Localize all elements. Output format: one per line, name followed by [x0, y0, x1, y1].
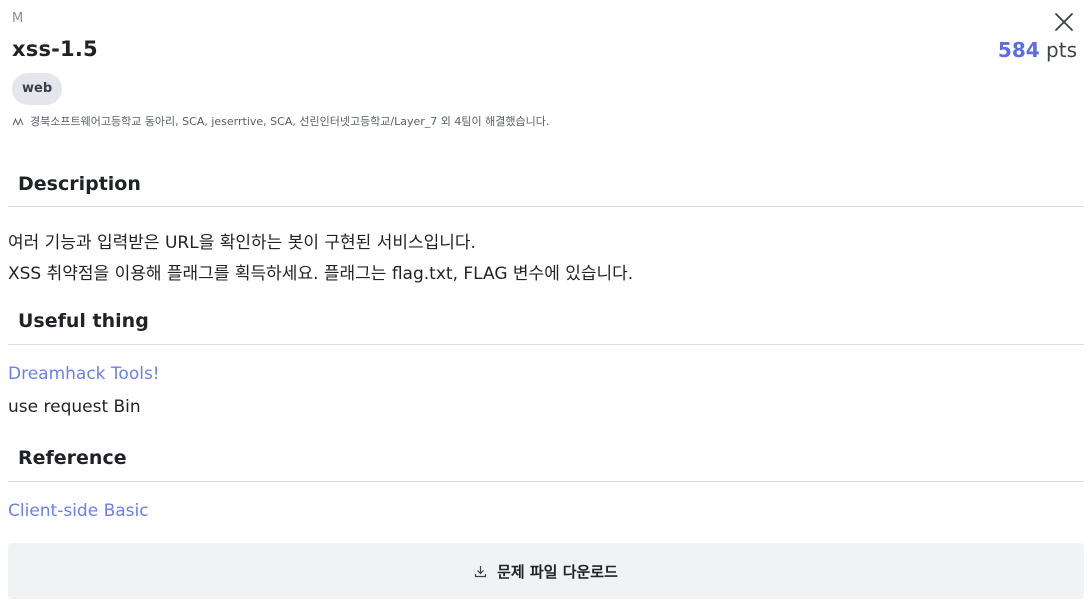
- solvers-text: 경북소프트웨어고등학교 동아리, SCA, jeserrtive, SCA, 선…: [30, 115, 550, 128]
- client-side-basic-link[interactable]: Client-side Basic: [8, 501, 149, 521]
- points-value: 584: [997, 38, 1040, 62]
- people-icon: [12, 117, 24, 126]
- close-icon: [1055, 13, 1073, 31]
- dreamhack-tools-link[interactable]: Dreamhack Tools!: [8, 364, 160, 384]
- download-button[interactable]: 문제 파일 다운로드: [8, 543, 1084, 599]
- divider: [8, 344, 1084, 345]
- challenge-title: xss-1.5: [12, 37, 98, 61]
- difficulty-label: M: [12, 11, 24, 26]
- description-line-1: 여러 기능과 입력받은 URL을 확인하는 봇이 구현된 서비스입니다.: [8, 233, 476, 253]
- useful-link-row: Dreamhack Tools!: [8, 364, 160, 384]
- solvers-info: 경북소프트웨어고등학교 동아리, SCA, jeserrtive, SCA, 선…: [12, 113, 549, 129]
- reference-link-row: Client-side Basic: [8, 501, 149, 521]
- tag-web[interactable]: web: [12, 73, 63, 105]
- reference-heading: Reference: [18, 447, 127, 469]
- download-label: 문제 파일 다운로드: [497, 562, 618, 581]
- useful-heading: Useful thing: [18, 310, 149, 332]
- divider: [8, 481, 1084, 482]
- download-icon: [474, 565, 487, 577]
- useful-text: use request Bin: [8, 397, 141, 417]
- points-unit: pts: [1046, 38, 1077, 62]
- divider: [8, 206, 1084, 207]
- description-line-2: XSS 취약점을 이용해 플래그를 획득하세요. 플래그는 flag.txt, …: [8, 264, 634, 284]
- points-display: 584 pts: [998, 38, 1077, 62]
- challenge-modal: M xss-1.5 584 pts web 경북소프트웨어고등학교 동아리, S…: [0, 0, 1091, 608]
- close-button[interactable]: [1052, 10, 1076, 34]
- description-heading: Description: [18, 173, 141, 195]
